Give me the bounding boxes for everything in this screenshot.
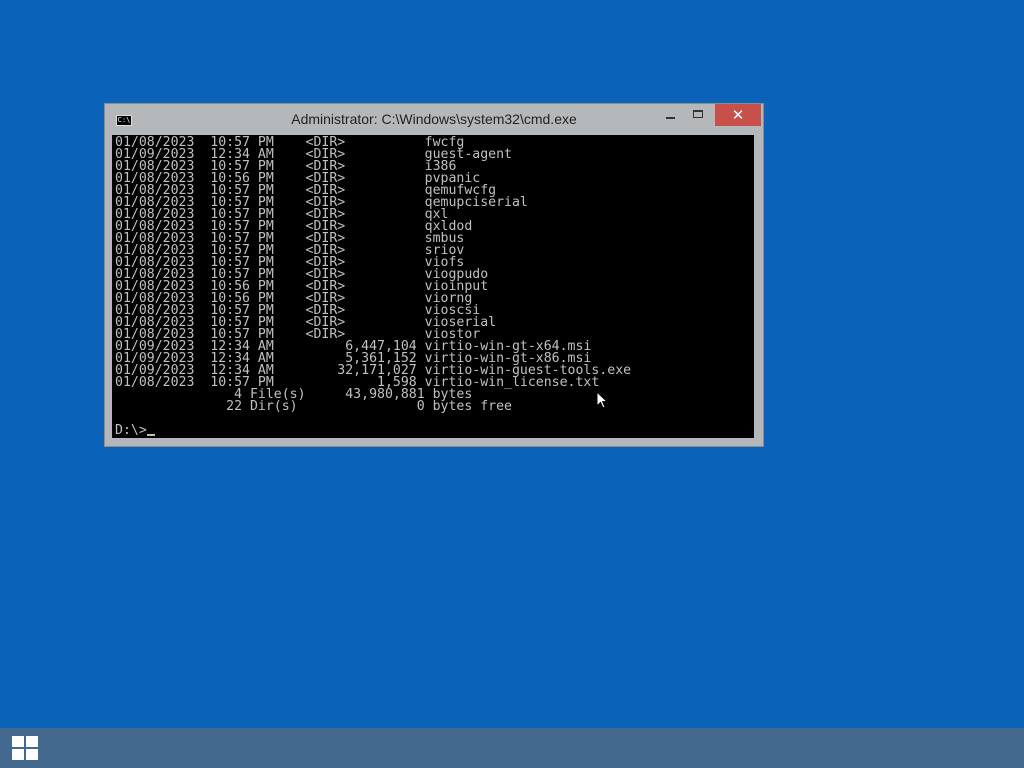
close-icon: ✕ xyxy=(731,106,745,124)
cmd-window[interactable]: C:\ Administrator: C:\Windows\system32\c… xyxy=(104,103,764,447)
console-line: 22 Dir(s) 0 bytes free xyxy=(226,399,512,414)
console-lines: 01/08/2023 10:57 PM <DIR> fwcfg 01/09/20… xyxy=(115,135,631,414)
start-button[interactable] xyxy=(0,728,50,768)
taskbar xyxy=(0,728,1024,768)
maximize-button[interactable] xyxy=(685,104,711,126)
mouse-pointer-icon xyxy=(596,391,608,409)
text-cursor xyxy=(146,434,155,436)
windows-logo-icon xyxy=(12,736,38,760)
close-button[interactable]: ✕ xyxy=(715,104,761,126)
minimize-button[interactable] xyxy=(657,104,683,126)
console-output[interactable]: 01/08/2023 10:57 PM <DIR> fwcfg 01/09/20… xyxy=(112,135,754,438)
command-prompt: D:\> xyxy=(115,423,147,438)
title-bar[interactable]: C:\ Administrator: C:\Windows\system32\c… xyxy=(105,104,763,136)
